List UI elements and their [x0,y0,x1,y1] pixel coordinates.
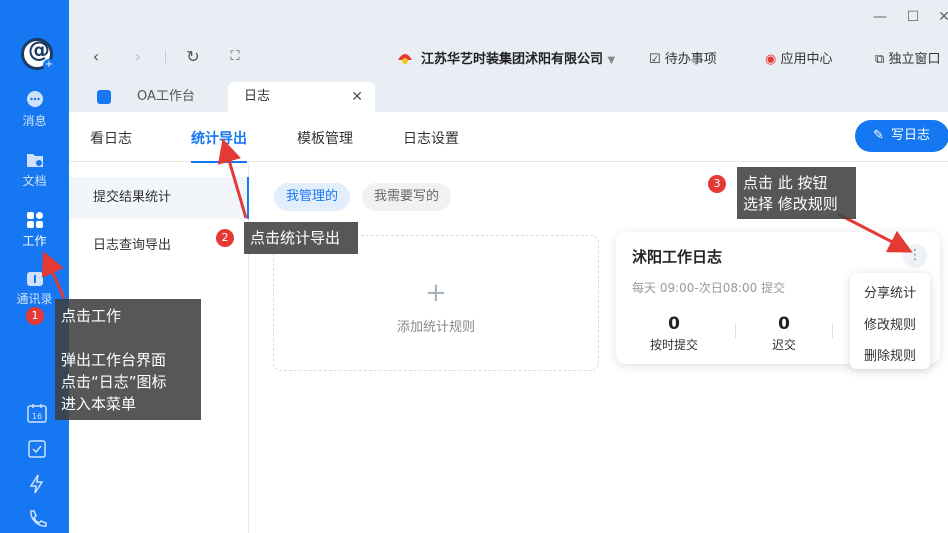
annotation-1: 点击工作 弹出工作台界面 点击“日志”图标 进入本菜单 [55,299,201,420]
annotation-text: 选择 修改规则 [743,195,838,213]
annotation-text: 点击工作 [61,307,122,325]
annotation-2: 点击统计导出 [244,222,358,254]
annotation-3: 点击 此 按钮 选择 修改规则 [737,167,856,219]
annotation-badge-3: 3 [708,175,726,193]
annotation-text: 点击 此 按钮 [743,174,828,192]
annotation-text: 进入本菜单 [61,395,137,413]
annotation-text: 点击“日志”图标 [61,373,167,391]
annotation-arrows [41,138,913,299]
annotation-text: 弹出工作台界面 [61,351,167,369]
annotation-badge-2: 2 [216,229,234,247]
annotation-badge-1: 1 [26,307,44,325]
